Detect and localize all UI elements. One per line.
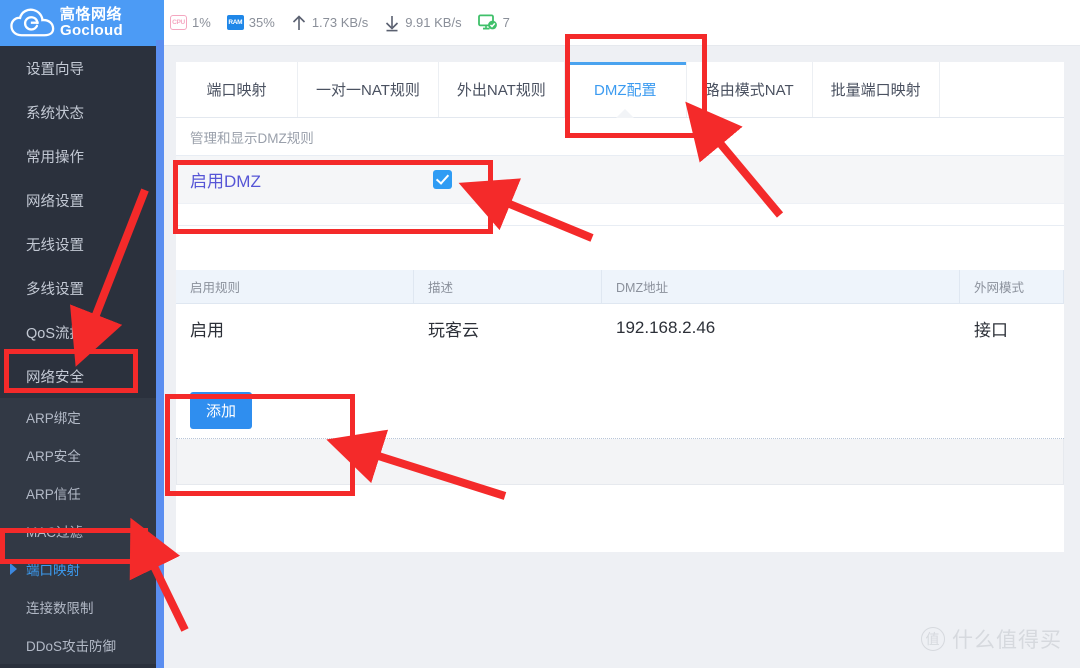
sidebar-subitem-label: DDoS攻击防御 — [26, 639, 117, 654]
cpu-value: 1% — [192, 15, 211, 30]
tab-dmz-config[interactable]: DMZ配置 — [564, 62, 687, 117]
app-root: 高恪网络 Gocloud ® CPU 1% RAM 35% 1.73 KB/s — [0, 0, 1080, 668]
sidebar-subitem-label: 连接数限制 — [26, 601, 94, 616]
table-spacer — [176, 352, 1064, 382]
cell-dmz-address: 192.168.2.46 — [616, 318, 716, 337]
tab-one-to-one-nat[interactable]: 一对一NAT规则 — [298, 62, 439, 117]
brand-name-cn: 高恪网络 — [60, 6, 123, 24]
tab-label: 外出NAT规则 — [456, 82, 546, 99]
stat-cpu: CPU 1% — [170, 15, 211, 30]
sidebar-item-label: 系统状态 — [26, 105, 84, 122]
sidebar-item-label: 多线设置 — [26, 281, 84, 298]
sidebar-item-label: 无线设置 — [26, 237, 84, 254]
sidebar-item-arp-binding[interactable]: ARP绑定 — [0, 398, 156, 436]
sidebar-subitem-label: 端口映射 — [26, 563, 80, 578]
col-description: 描述 — [414, 270, 602, 303]
download-value: 9.91 KB/s — [405, 15, 462, 30]
table-header: 启用规则 描述 DMZ地址 外网模式 — [176, 270, 1064, 304]
sidebar-item-arp-security[interactable]: ARP安全 — [0, 436, 156, 474]
sidebar-subitem-label: ARP信任 — [26, 487, 81, 502]
cloud-logo-icon — [10, 8, 55, 37]
sidebar-item-system-status[interactable]: 系统状态 — [0, 90, 156, 134]
tab-route-mode-nat[interactable]: 路由模式NAT — [686, 62, 813, 117]
sidebar-item-network-settings[interactable]: 网络设置 — [0, 178, 156, 222]
download-icon — [386, 15, 399, 31]
sidebar-item-ddos-defense[interactable]: DDoS攻击防御 — [0, 626, 156, 664]
sidebar-item-label: 网络安全 — [26, 369, 84, 386]
content-card: 端口映射 一对一NAT规则 外出NAT规则 DMZ配置 路由模式NAT 批量端口… — [176, 62, 1064, 552]
cpu-icon: CPU — [170, 15, 187, 30]
connections-value: 7 — [502, 15, 510, 30]
main-content: 端口映射 一对一NAT规则 外出NAT规则 DMZ配置 路由模式NAT 批量端口… — [164, 46, 1080, 668]
ram-icon: RAM — [226, 15, 244, 30]
brand-logo[interactable]: 高恪网络 Gocloud ® — [0, 0, 156, 46]
tab-port-mapping[interactable]: 端口映射 — [176, 62, 298, 117]
tab-label: 一对一NAT规则 — [316, 82, 420, 99]
enable-dmz-row[interactable]: 启用DMZ — [176, 156, 1064, 204]
brand-name-en: Gocloud — [60, 22, 123, 39]
tab-bar[interactable]: 端口映射 一对一NAT规则 外出NAT规则 DMZ配置 路由模式NAT 批量端口… — [176, 62, 1064, 118]
tab-filler — [939, 62, 1064, 117]
caret-right-icon — [10, 563, 17, 575]
tab-bulk-port-mapping[interactable]: 批量端口映射 — [812, 62, 940, 117]
stat-upload: 1.73 KB/s — [291, 14, 368, 32]
tab-outbound-nat[interactable]: 外出NAT规则 — [438, 62, 565, 117]
sidebar-item-qos[interactable]: QoS流控 — [0, 310, 156, 354]
sidebar-item-network-security[interactable]: 网络安全 — [0, 354, 156, 398]
sidebar-item-common-operations[interactable]: 常用操作 — [0, 134, 156, 178]
ram-value: 35% — [248, 15, 275, 30]
sidebar-item-label: 网络设置 — [26, 193, 84, 210]
enable-dmz-checkbox[interactable] — [432, 170, 452, 189]
spacer-row — [176, 204, 1064, 226]
enable-dmz-label: 启用DMZ — [190, 172, 261, 191]
action-row: 添加 — [176, 382, 1064, 438]
sidebar-item-arp-trust[interactable]: ARP信任 — [0, 474, 156, 512]
sidebar-item-port-mapping[interactable]: 端口映射 — [0, 550, 156, 588]
footer-panel — [176, 439, 1064, 485]
connections-icon — [477, 14, 497, 30]
table-row[interactable]: 启用 玩客云 192.168.2.46 接口 — [176, 304, 1064, 352]
brand-text: 高恪网络 Gocloud — [60, 7, 123, 39]
stat-ram: RAM 35% — [226, 15, 275, 30]
cell-description: 玩客云 — [428, 320, 479, 340]
tab-label: 端口映射 — [206, 82, 267, 99]
stat-download: 9.91 KB/s — [384, 14, 462, 32]
status-bar: CPU 1% RAM 35% 1.73 KB/s 9.91 KB/s 7 — [156, 0, 1080, 46]
panel-subtitle: 管理和显示DMZ规则 — [176, 118, 1064, 156]
add-button[interactable]: 添加 — [190, 391, 253, 429]
cell-wan-mode: 接口 — [974, 320, 1008, 340]
registered-mark: ® — [60, 8, 66, 15]
stat-connections: 7 — [477, 14, 510, 31]
sidebar-item-label: 设置向导 — [26, 61, 84, 78]
scrollbar-cap — [156, 0, 164, 40]
sidebar-submenu-network-security: ARP绑定 ARP安全 ARP信任 MAC过滤 端口映射 连接数限制 DDoS攻… — [0, 398, 156, 664]
tab-label: DMZ配置 — [594, 82, 657, 99]
spacer-row-2 — [176, 226, 1064, 270]
sidebar-item-setup-wizard[interactable]: 设置向导 — [0, 46, 156, 90]
sidebar-item-wireless-settings[interactable]: 无线设置 — [0, 222, 156, 266]
sidebar-subitem-label: ARP安全 — [26, 449, 81, 464]
sidebar-subitem-label: ARP绑定 — [26, 411, 81, 426]
upload-value: 1.73 KB/s — [311, 15, 369, 30]
sidebar[interactable]: 设置向导 系统状态 常用操作 网络设置 无线设置 多线设置 QoS流控 网络安全… — [0, 46, 156, 668]
tab-label: 批量端口映射 — [830, 82, 921, 99]
sidebar-item-mac-filter[interactable]: MAC过滤 — [0, 512, 156, 550]
upload-icon — [292, 14, 305, 30]
sidebar-item-label: QoS流控 — [26, 325, 85, 342]
cell-enabled: 启用 — [190, 320, 224, 340]
col-enabled: 启用规则 — [176, 270, 414, 303]
vertical-scrollbar[interactable] — [156, 40, 164, 668]
sidebar-item-group-management[interactable]: 分组管理 — [0, 664, 156, 668]
sidebar-item-connection-limit[interactable]: 连接数限制 — [0, 588, 156, 626]
col-wan-mode: 外网模式 — [960, 270, 1064, 303]
sidebar-item-label: 常用操作 — [26, 149, 84, 166]
sidebar-subitem-label: MAC过滤 — [26, 525, 83, 540]
sidebar-item-multiline-settings[interactable]: 多线设置 — [0, 266, 156, 310]
col-dmz-address: DMZ地址 — [602, 270, 960, 303]
tab-label: 路由模式NAT — [704, 82, 794, 99]
